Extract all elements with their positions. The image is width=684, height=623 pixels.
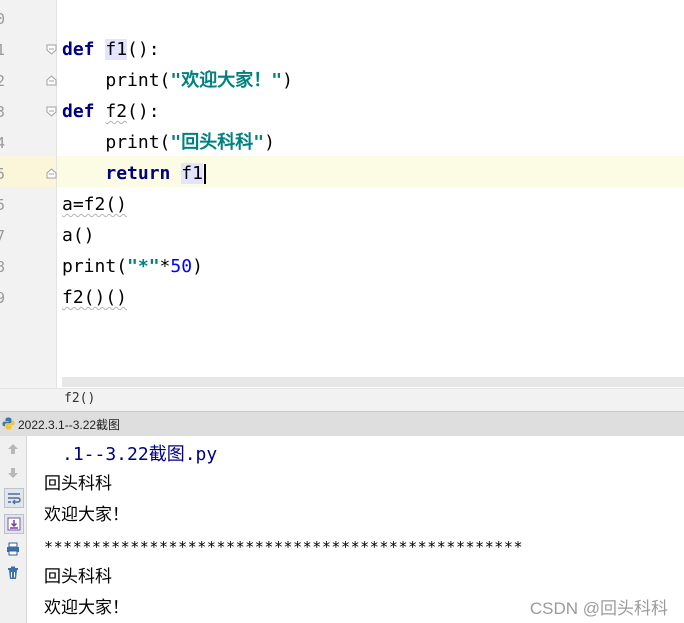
line-number: 2 xyxy=(0,72,6,90)
console-path-line: .1--3.22截图.py xyxy=(62,444,218,465)
keyword: def xyxy=(62,101,95,122)
code-line[interactable]: print("*"*50) xyxy=(62,255,203,279)
string-literal: "*" xyxy=(127,256,160,277)
string-literal: "欢迎大家！" xyxy=(170,70,283,91)
run-tab-label: 2022.3.1--3.22截图 xyxy=(18,417,121,432)
console-output-line: ****************************************… xyxy=(44,538,524,556)
console-toolbar xyxy=(0,436,27,623)
code-line[interactable]: a() xyxy=(62,224,95,248)
code-text: a=f2() xyxy=(62,194,128,215)
fold-end-icon[interactable] xyxy=(46,75,57,86)
scroll-to-end-icon[interactable] xyxy=(4,514,24,534)
breadcrumb-item[interactable]: f2() xyxy=(64,391,95,406)
code-line[interactable]: a=f2() xyxy=(62,193,127,217)
code-line[interactable]: return f1 xyxy=(62,162,206,186)
code-text: a() xyxy=(62,225,95,246)
code-text: ) xyxy=(192,256,203,277)
line-number: 5 xyxy=(0,165,6,183)
line-number: 3 xyxy=(0,103,6,121)
text-caret xyxy=(203,164,206,184)
code-text: (): xyxy=(127,101,160,122)
number-literal: 50 xyxy=(170,256,193,277)
code-line[interactable]: print("回头科科") xyxy=(62,131,275,155)
up-arrow-icon[interactable] xyxy=(4,440,22,458)
code-text: ( xyxy=(159,132,171,153)
console-output-line: 欢迎大家！ xyxy=(44,505,129,525)
code-line[interactable]: def f2(): xyxy=(62,100,160,124)
console-output-line: 回头科科 xyxy=(44,474,112,494)
line-number: 5 xyxy=(0,196,6,214)
console-output-line: 欢迎大家！ xyxy=(44,598,129,618)
horizontal-scrollbar[interactable] xyxy=(62,377,684,387)
down-arrow-icon[interactable] xyxy=(4,464,22,482)
code-text: ( xyxy=(116,256,128,277)
run-tab[interactable]: 2022.3.1--3.22截图 xyxy=(0,412,120,436)
soft-wrap-icon[interactable] xyxy=(4,488,24,508)
keyword: return xyxy=(105,163,171,184)
line-number: 1 xyxy=(0,41,6,59)
function-name: f1 xyxy=(105,39,128,60)
code-text: ) xyxy=(282,70,293,91)
fold-open-icon[interactable] xyxy=(46,44,57,55)
breadcrumb: f2() xyxy=(0,388,684,412)
code-text: print xyxy=(105,132,160,153)
code-text: ( xyxy=(159,70,171,91)
line-gutter: 0 1 2 3 4 5 5 7 8 9 xyxy=(0,0,57,388)
python-icon xyxy=(2,415,15,434)
code-line[interactable]: def f1(): xyxy=(62,38,160,62)
code-editor[interactable]: 0 1 2 3 4 5 5 7 8 9 def f1(): print("欢迎大… xyxy=(0,0,684,388)
code-text: print xyxy=(62,256,117,277)
trash-icon[interactable] xyxy=(4,564,22,582)
fold-end-icon[interactable] xyxy=(46,168,57,179)
code-text: * xyxy=(159,256,171,277)
keyword: def xyxy=(62,39,95,60)
code-line[interactable]: f2()() xyxy=(62,286,127,310)
line-number: 4 xyxy=(0,134,6,152)
line-number: 8 xyxy=(0,258,6,276)
code-text: ) xyxy=(264,132,275,153)
console-output-line: 回头科科 xyxy=(44,567,112,587)
run-tab-bar: 2022.3.1--3.22截图 xyxy=(0,411,684,437)
line-number: 0 xyxy=(0,10,6,28)
code-line[interactable]: print("欢迎大家！") xyxy=(62,69,293,93)
code-text: f2()() xyxy=(62,287,128,308)
fold-open-icon[interactable] xyxy=(46,106,57,117)
code-text: (): xyxy=(127,39,160,60)
watermark: CSDN @回头科科 xyxy=(529,599,668,618)
line-number: 7 xyxy=(0,227,6,245)
print-icon[interactable] xyxy=(4,540,22,558)
function-name: f2 xyxy=(105,101,128,122)
line-number: 9 xyxy=(0,289,6,307)
function-name: f1 xyxy=(181,163,203,184)
string-literal: "回头科科" xyxy=(170,132,265,153)
code-text: print xyxy=(105,70,160,91)
